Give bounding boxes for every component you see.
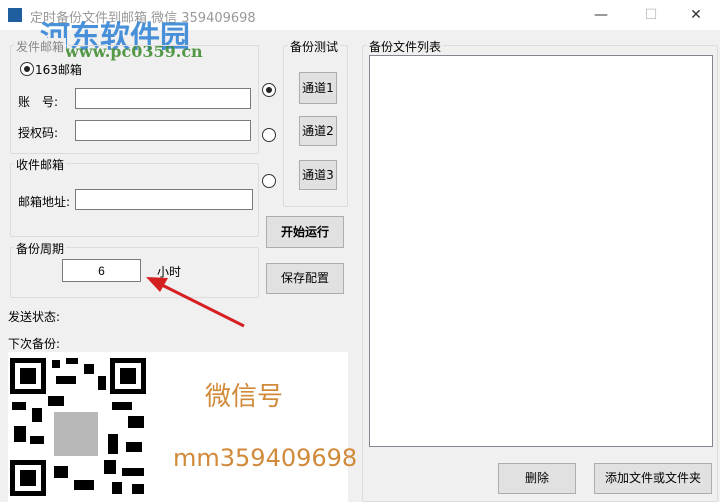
channel-1-radio[interactable] [262,83,276,97]
channel-3-radio[interactable] [262,174,276,188]
auth-code-input[interactable] [75,120,251,141]
period-input[interactable] [62,259,141,282]
address-input[interactable] [75,189,253,210]
promo-image: 微信号 mm359409698 [8,352,357,502]
minimize-button[interactable]: — [586,4,616,26]
file-listbox[interactable] [369,55,713,447]
send-status-label: 发送状态: [8,310,61,324]
period-group-label: 备份周期 [14,240,67,257]
filelist-group-label: 备份文件列表 [367,38,444,55]
start-button[interactable]: 开始运行 [266,216,344,248]
wechat-id: mm359409698 [173,444,358,472]
channel-2-radio[interactable] [262,128,276,142]
close-button[interactable]: ✕ [681,4,711,26]
test-group-label: 备份测试 [288,38,341,55]
channel-2-button[interactable]: 通道2 [299,116,337,146]
address-label: 邮箱地址: [18,195,71,209]
qr-code-icon [8,356,148,498]
next-backup-label: 下次备份: [8,337,61,351]
sender-group-label: 发件邮箱 [14,38,67,55]
account-input[interactable] [75,88,251,109]
channel-1-button[interactable]: 通道1 [299,72,337,104]
red-arrow-icon [146,277,245,328]
save-config-button[interactable]: 保存配置 [266,263,344,294]
maximize-button[interactable]: ☐ [636,4,666,26]
add-file-button[interactable]: 添加文件或文件夹 [594,463,712,494]
app-icon [8,8,22,22]
delete-button[interactable]: 删除 [498,463,576,494]
receiver-group-label: 收件邮箱 [14,156,67,173]
channel-3-button[interactable]: 通道3 [299,160,337,190]
auth-code-label: 授权码: [18,126,59,140]
account-label: 账 号: [18,95,59,109]
radio-163-label: 163邮箱 [35,63,82,77]
radio-163[interactable] [20,62,34,76]
wechat-label: 微信号 [205,382,284,412]
